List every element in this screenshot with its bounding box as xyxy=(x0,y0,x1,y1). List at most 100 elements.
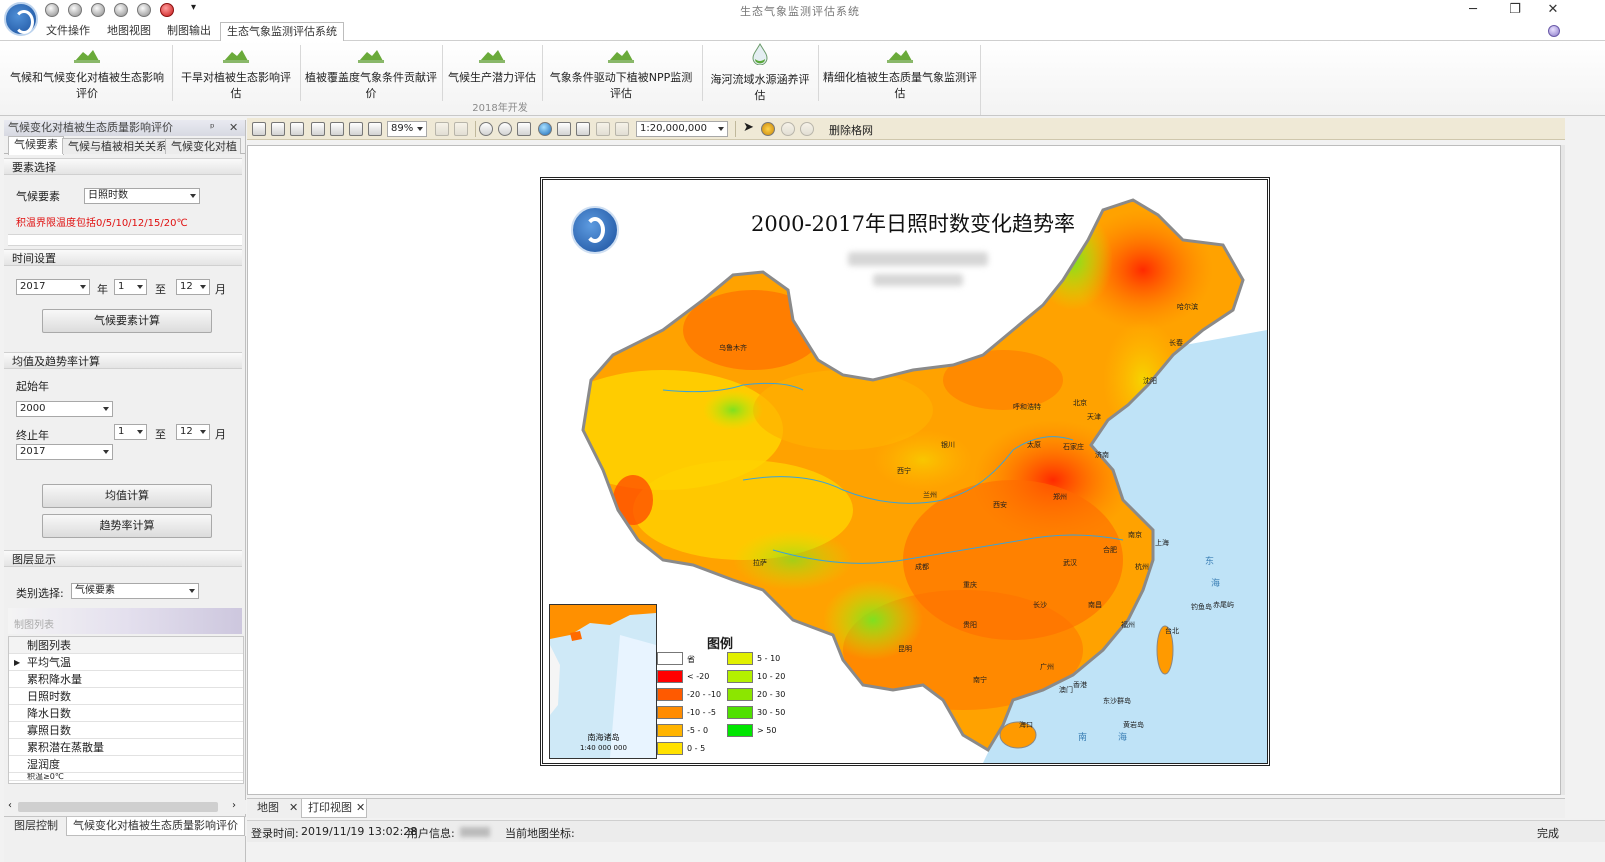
select-value: 气候要素 xyxy=(75,585,115,596)
horizontal-scrollbar[interactable]: ‹ › xyxy=(4,800,246,814)
quick-access-icon[interactable] xyxy=(91,3,105,17)
quick-access-icon[interactable] xyxy=(68,3,82,17)
help-icon[interactable] xyxy=(1548,25,1560,37)
delete-grid-button[interactable]: 删除格网 xyxy=(829,122,873,138)
customize-quick-access-icon[interactable]: ▾ xyxy=(191,2,196,13)
identify-icon[interactable] xyxy=(761,122,775,136)
end-year-select[interactable]: 2017 xyxy=(16,444,113,460)
app-logo[interactable] xyxy=(4,2,38,36)
list-item[interactable]: 寡照日数 xyxy=(9,722,243,739)
scroll-left-icon[interactable]: ‹ xyxy=(8,800,12,811)
redo-icon[interactable] xyxy=(781,122,795,136)
tab-print-view[interactable]: 打印视图 ✕ xyxy=(301,799,367,818)
place-label: 兰州 xyxy=(923,491,937,499)
tab-file[interactable]: 文件操作 xyxy=(40,22,96,41)
quick-access-icon[interactable] xyxy=(45,3,59,17)
category-select[interactable]: 气候要素 xyxy=(71,583,199,599)
legend-swatch xyxy=(657,688,683,701)
list-item[interactable]: 累积潜在蒸散量 xyxy=(9,739,243,756)
next-extent-icon[interactable] xyxy=(454,122,468,136)
tab-map[interactable]: 地图 ✕ xyxy=(251,799,301,818)
quick-access-icon[interactable] xyxy=(137,3,151,17)
back-icon[interactable] xyxy=(596,122,610,136)
climate-element-calc-button[interactable]: 气候要素计算 xyxy=(42,309,212,333)
pin-icon[interactable]: ᵖ xyxy=(210,120,215,136)
select-pointer-icon[interactable]: ➤ xyxy=(743,120,754,135)
month-start-select[interactable]: 1 xyxy=(114,279,147,295)
chevron-down-icon xyxy=(718,127,724,131)
undo-icon[interactable] xyxy=(800,122,814,136)
close-tab-icon[interactable]: ✕ xyxy=(356,799,365,817)
ribbon-button-fine-vegetation[interactable]: 精细化植被生态质量气象监测评估 xyxy=(822,43,978,100)
zoom-out-icon[interactable] xyxy=(498,122,512,136)
left-panel: 气候变化对植被生态质量影响评价 ᵖ ✕ 气候要素 气候与植被相关关系 气候变化对… xyxy=(4,120,246,862)
year-select[interactable]: 2017 xyxy=(16,279,90,295)
list-item[interactable]: 累积降水量 xyxy=(9,671,243,688)
actual-size-icon[interactable] xyxy=(368,122,382,136)
list-item[interactable]: 积温≥0℃ xyxy=(9,773,243,781)
landscape-icon xyxy=(479,50,505,63)
map-canvas[interactable]: 2000-2017年日照时数变化趋势率 乌鲁木齐 拉萨 西宁 兰州 银川 呼和浩… xyxy=(247,145,1561,795)
tab-map-output[interactable]: 制图输出 xyxy=(161,22,217,41)
zoom-select[interactable]: 89% xyxy=(387,121,427,137)
trend-month-start-select[interactable]: 1 xyxy=(114,424,147,440)
zoom-page-icon[interactable] xyxy=(271,122,285,136)
scale-select[interactable]: 1:20,000,000 xyxy=(636,121,728,137)
vertical-scrollbar[interactable] xyxy=(1561,145,1565,795)
ribbon-panel: 气候和气候变化对植被生态影响评价 干旱对植被生态影响评估 植被覆盖度气象条件贡献… xyxy=(0,41,1605,116)
inset-label: 南海诸岛 1:40 000 000 xyxy=(580,733,627,753)
list-item[interactable]: 湿润度 xyxy=(9,756,243,773)
place-label: 钓鱼岛 xyxy=(1191,603,1212,611)
tab-climate-elements[interactable]: 气候要素 xyxy=(8,136,64,155)
minimize-button[interactable]: ─ xyxy=(1450,0,1496,20)
list-item[interactable]: 日照时数 xyxy=(9,688,243,705)
ribbon-button-drought[interactable]: 干旱对植被生态影响评估 xyxy=(176,43,296,100)
close-tab-icon[interactable]: ✕ xyxy=(289,799,298,817)
trend-calc-button[interactable]: 趋势率计算 xyxy=(42,514,212,538)
ribbon-button-production-potential[interactable]: 气候生产潜力评估 xyxy=(446,43,538,99)
scrollbar-thumb[interactable] xyxy=(18,802,218,812)
place-label: 拉萨 xyxy=(753,559,767,567)
tab-climate-eco-eval[interactable]: 气候变化对植被生态质量影响评价 xyxy=(66,817,245,836)
climate-element-select[interactable]: 日照时数 xyxy=(84,188,200,204)
start-year-select[interactable]: 2000 xyxy=(16,401,113,417)
zoom-out-center-icon[interactable] xyxy=(576,122,590,136)
panel-close-icon[interactable]: ✕ xyxy=(229,120,238,136)
print-layout[interactable]: 2000-2017年日照时数变化趋势率 乌鲁木齐 拉萨 西宁 兰州 银川 呼和浩… xyxy=(540,177,1270,766)
fixed-zoom-out-icon[interactable] xyxy=(330,122,344,136)
pan-icon[interactable] xyxy=(517,122,531,136)
zoom-in-center-icon[interactable] xyxy=(557,122,571,136)
ribbon-button-npp[interactable]: 气象条件驱动下植被NPP监测评估 xyxy=(546,43,696,100)
forward-icon[interactable] xyxy=(615,122,629,136)
fixed-zoom-in-icon[interactable] xyxy=(311,122,325,136)
map-coordinate-label: 当前地图坐标: xyxy=(505,827,575,840)
tab-layer-control[interactable]: 图层控制 xyxy=(8,817,64,836)
layout-icon[interactable] xyxy=(252,122,266,136)
globe-icon[interactable] xyxy=(538,122,552,136)
place-label: 长春 xyxy=(1169,339,1183,347)
month-unit-label: 月 xyxy=(215,283,226,296)
previous-extent-icon[interactable] xyxy=(435,122,449,136)
ribbon-button-climate-change-eco[interactable]: 气候和气候变化对植被生态影响评价 xyxy=(6,43,168,100)
place-label: 天津 xyxy=(1087,413,1101,421)
ribbon-button-vegetation-cover[interactable]: 植被覆盖度气象条件贡献评价 xyxy=(304,43,438,100)
zoom-in-icon[interactable] xyxy=(479,122,493,136)
tab-climate-vegetation-relation[interactable]: 气候与植被相关关系 xyxy=(62,138,173,154)
month-end-select[interactable]: 12 xyxy=(176,279,210,295)
tab-eco-system[interactable]: 生态气象监测评估系统 xyxy=(220,22,344,42)
place-label: 南昌 xyxy=(1088,601,1102,609)
exit-icon[interactable] xyxy=(160,3,174,17)
full-page-icon[interactable] xyxy=(349,122,363,136)
tab-map-view[interactable]: 地图视图 xyxy=(101,22,157,41)
tab-climate-change[interactable]: 气候变化对植 xyxy=(165,138,241,154)
trend-month-end-select[interactable]: 12 xyxy=(176,424,210,440)
scroll-right-icon[interactable]: › xyxy=(232,800,236,811)
list-item[interactable]: 降水日数 xyxy=(9,705,243,722)
pan-page-icon[interactable] xyxy=(290,122,304,136)
mean-calc-button[interactable]: 均值计算 xyxy=(42,484,212,508)
ribbon-button-water-conservation[interactable]: 海河流域水源涵养评估 xyxy=(706,43,814,102)
ribbon-button-label: 气象条件驱动下植被NPP监测评估 xyxy=(549,71,693,100)
close-button[interactable]: ✕ xyxy=(1530,0,1576,20)
quick-access-icon[interactable] xyxy=(114,3,128,17)
list-item[interactable]: ▶ 平均气温 xyxy=(9,654,243,671)
